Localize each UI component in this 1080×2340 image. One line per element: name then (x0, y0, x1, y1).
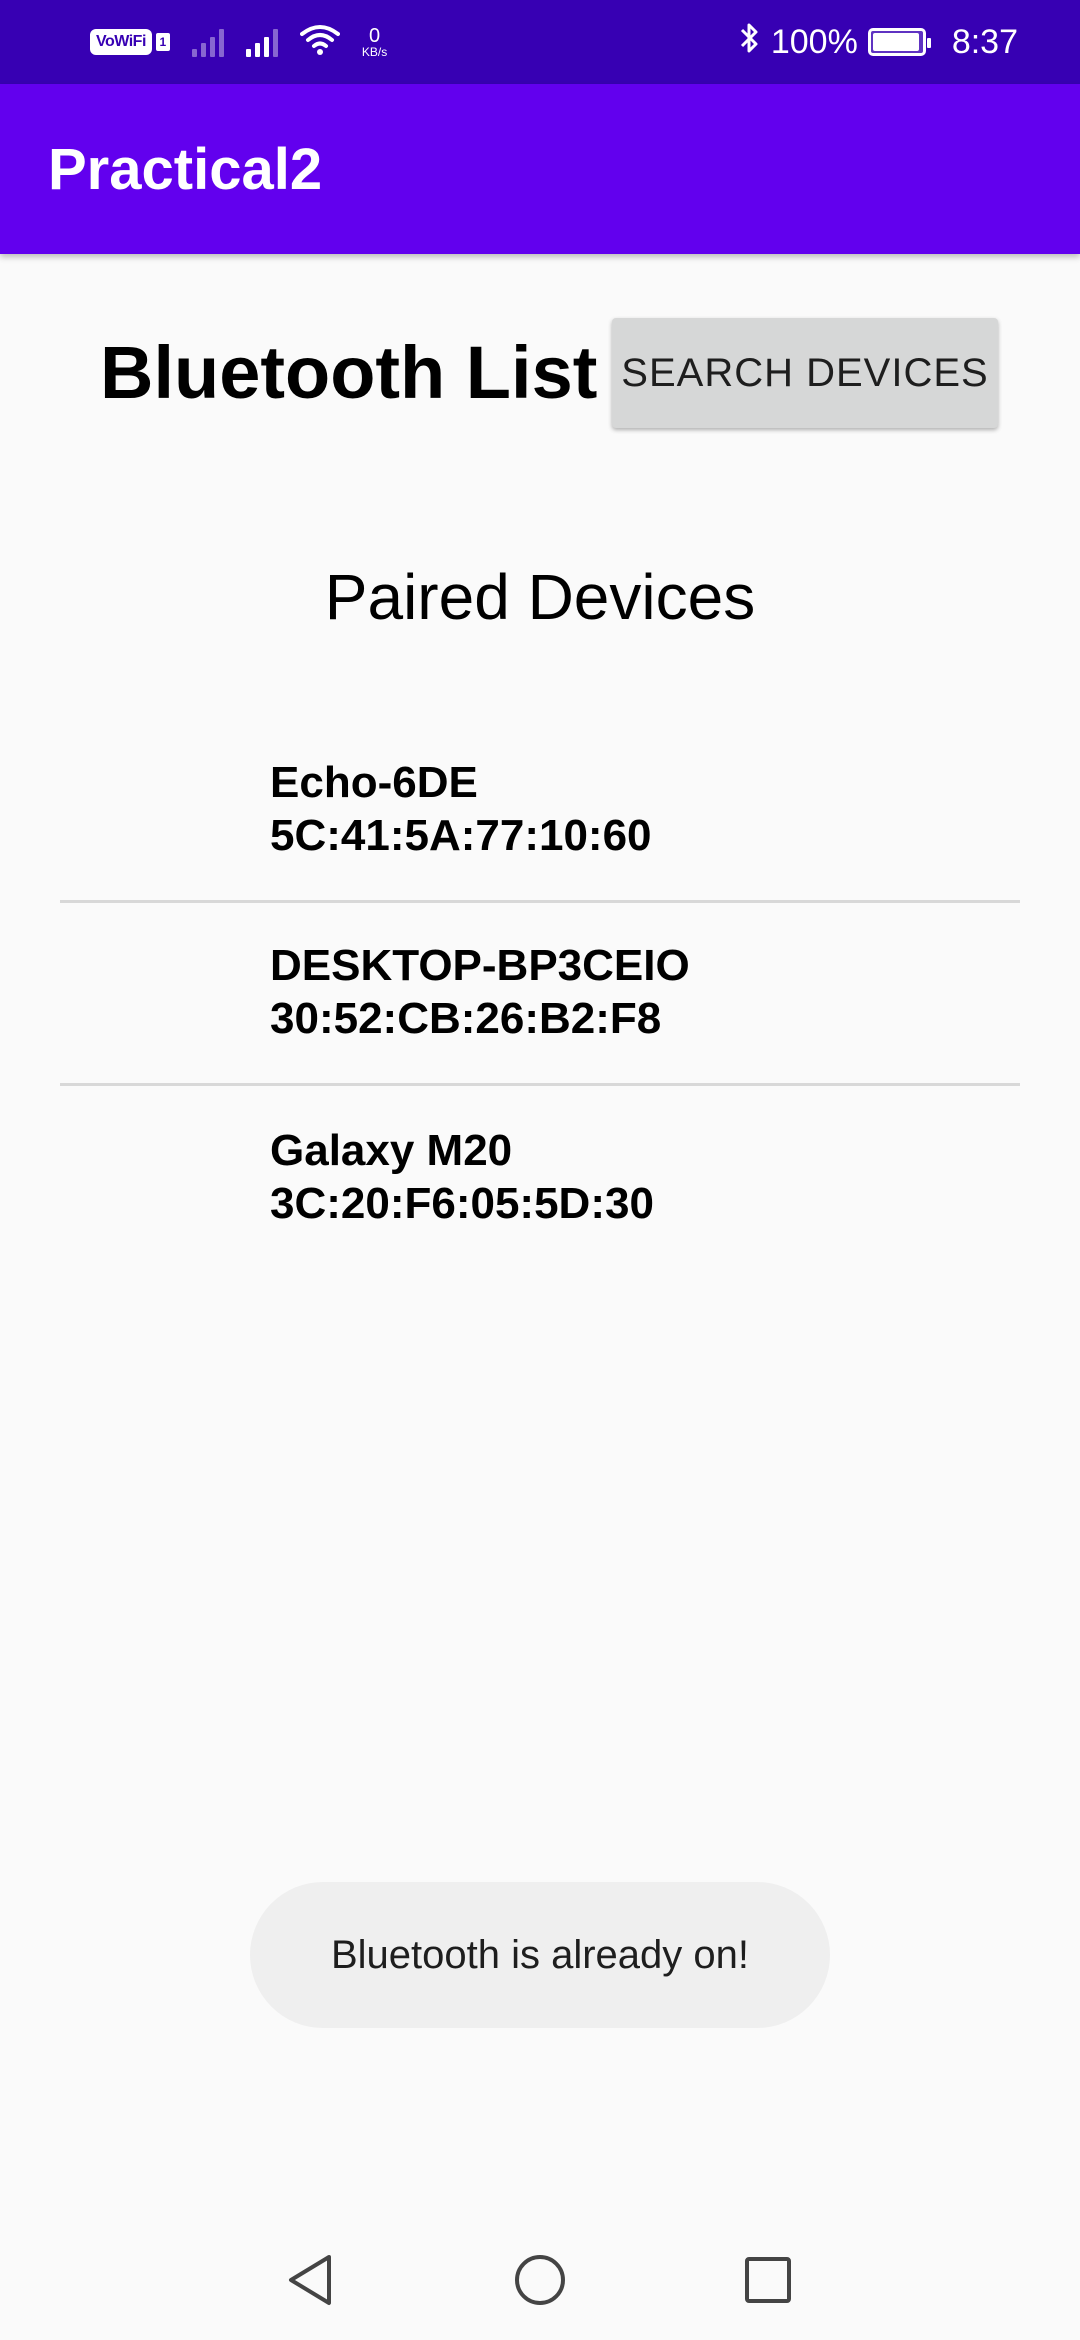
network-speed-unit: KB/s (361, 45, 388, 59)
signal-strength-icon-sim1 (191, 27, 224, 57)
device-address: 30:52:CB:26:B2:F8 (270, 994, 662, 1043)
recent-square-icon[interactable] (738, 2250, 798, 2310)
bluetooth-icon (739, 21, 761, 64)
clock: 8:37 (951, 22, 1018, 61)
device-address: 5C:41:5A:77:10:60 (270, 811, 652, 860)
device-list-item[interactable]: Galaxy M20 3C:20:F6:05:5D:30 (60, 1086, 1020, 1269)
device-name: Galaxy M20 (270, 1125, 513, 1175)
home-circle-icon[interactable] (510, 2250, 570, 2310)
signal-strength-icon-sim2 (245, 27, 278, 57)
app-bar: Practical2 (0, 84, 1080, 254)
network-speed-value: 0 (369, 25, 381, 47)
status-bar: VoWiFi 1 0 KB/s 100% 8:37 (0, 0, 1080, 84)
device-name: DESKTOP-BP3CEIO (270, 941, 690, 991)
network-speed: 0 KB/s (362, 26, 387, 58)
search-devices-button[interactable]: SEARCH DEVICES (612, 318, 998, 428)
toast-text: Bluetooth is already on! (330, 1932, 750, 1977)
back-triangle-icon[interactable] (280, 2250, 340, 2310)
wifi-icon (299, 24, 340, 61)
page-title: Bluetooth List (100, 331, 598, 414)
device-list-item[interactable]: DESKTOP-BP3CEIO 30:52:CB:26:B2:F8 (60, 903, 1020, 1086)
vowifi-indicator: VoWiFi 1 (90, 29, 170, 55)
app-title: Practical2 (48, 137, 323, 202)
paired-devices-list: Echo-6DE 5C:41:5A:77:10:60 DESKTOP-BP3CE… (60, 720, 1020, 1269)
vowifi-badge: VoWiFi (90, 29, 152, 55)
vowifi-sim-slot: 1 (155, 33, 170, 51)
battery-percent: 100% (770, 22, 858, 61)
device-list-item[interactable]: Echo-6DE 5C:41:5A:77:10:60 (60, 720, 1020, 903)
device-address: 3C:20:F6:05:5D:30 (270, 1178, 654, 1228)
device-name: Echo-6DE (270, 758, 478, 808)
system-nav-bar (0, 2220, 1080, 2340)
toast-message: Bluetooth is already on! (250, 1882, 830, 2028)
paired-devices-heading: Paired Devices (324, 561, 756, 633)
battery-charging-icon (867, 28, 931, 56)
